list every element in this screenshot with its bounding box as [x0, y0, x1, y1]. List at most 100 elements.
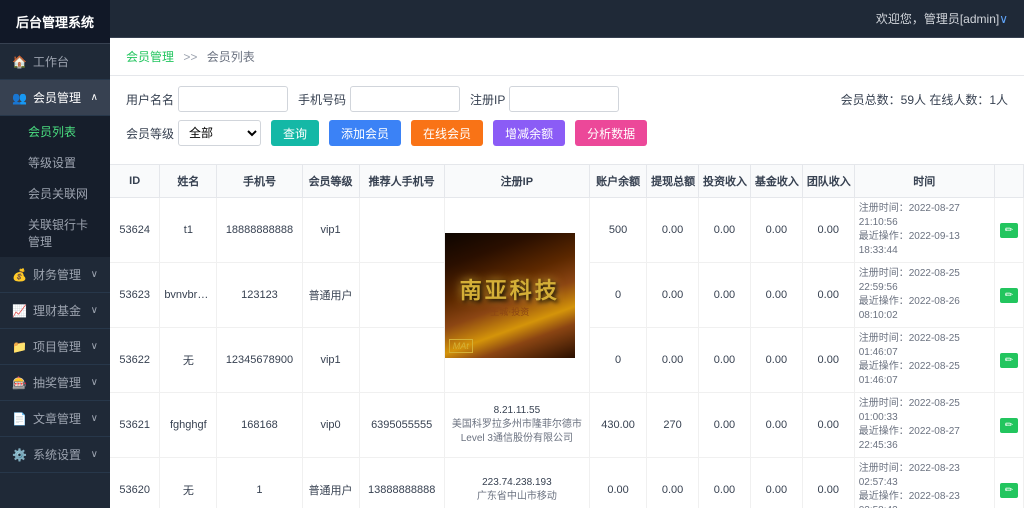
filters: 用户名名 手机号码 注册IP 会员总数：59人 在线人数：1人 会员等级: [110, 76, 1024, 165]
sidebar-item-member[interactable]: 👥 会员管理 ∧: [0, 80, 110, 116]
cell-action: ✏: [994, 198, 1023, 263]
phone-input[interactable]: [350, 86, 460, 112]
filter-ip: 注册IP: [470, 86, 619, 112]
sidebar-sub-member-network[interactable]: 会员关联网: [0, 178, 110, 209]
sidebar-item-fund[interactable]: 📈 理财基金 ∨: [0, 293, 110, 329]
project-arrow: ∨: [91, 341, 98, 352]
cell-name: 无: [160, 458, 217, 508]
cell-fund: 0.00: [750, 458, 802, 508]
th-id: ID: [110, 165, 160, 198]
cell-invest: 0.00: [699, 458, 751, 508]
analysis-button[interactable]: 分析数据: [575, 120, 647, 146]
sidebar-item-lottery[interactable]: 🎰 抽奖管理 ∨: [0, 365, 110, 401]
cell-phone: 18888888888: [217, 198, 302, 263]
action-button[interactable]: ✏: [1000, 353, 1018, 368]
table-header-row: ID 姓名 手机号 会员等级 推荐人手机号 注册IP 账户余额 提现总额 投资收…: [110, 165, 1024, 198]
username-dropdown[interactable]: ∨: [999, 12, 1008, 26]
cell-phone: 168168: [217, 393, 302, 458]
cell-fund: 0.00: [750, 198, 802, 263]
cell-level: 普通用户: [302, 458, 359, 508]
game-banner-cell: 南亚科技 王城·投资 MAt: [444, 198, 589, 393]
member-table: ID 姓名 手机号 会员等级 推荐人手机号 注册IP 账户余额 提现总额 投资收…: [110, 165, 1024, 508]
project-icon: 📁: [12, 340, 27, 354]
cell-time: 注册时间：2022-08-25 01:46:07最近操作：2022-08-25 …: [854, 328, 994, 393]
cell-name: bvnvbrnvbff: [160, 263, 217, 328]
cell-ip: 223.74.238.193广东省中山市移动: [444, 458, 589, 508]
cell-id: 53624: [110, 198, 160, 263]
cell-time: 注册时间：2022-08-23 02:57:43最近操作：2022-08-23 …: [854, 458, 994, 508]
th-phone: 手机号: [217, 165, 302, 198]
action-button[interactable]: ✏: [1000, 418, 1018, 433]
workbench-icon: 🏠: [12, 55, 27, 69]
add-member-button[interactable]: 添加会员: [329, 120, 401, 146]
breadcrumb-root[interactable]: 会员管理: [126, 50, 174, 64]
query-button[interactable]: 查询: [271, 120, 319, 146]
cell-phone: 1: [217, 458, 302, 508]
cell-name: fghghgf: [160, 393, 217, 458]
sidebar: 后台管理系统 🏠 工作台 👥 会员管理 ∧ 会员列表 等级设置 会员关联网 关联…: [0, 0, 110, 508]
member-arrow: ∧: [91, 92, 98, 103]
lottery-icon: 🎰: [12, 376, 27, 390]
th-time: 时间: [854, 165, 994, 198]
action-button[interactable]: ✏: [1000, 483, 1018, 498]
cell-withdraw: 0.00: [647, 328, 699, 393]
system-arrow: ∨: [91, 449, 98, 460]
sidebar-sub-member-list[interactable]: 会员列表: [0, 116, 110, 147]
sidebar-sub-bank-card[interactable]: 关联银行卡管理: [0, 209, 110, 257]
game-subtitle: 王城·投资: [460, 305, 560, 318]
level-label: 会员等级: [126, 125, 174, 142]
cell-ref-phone: [359, 328, 444, 393]
action-button[interactable]: ✏: [1000, 223, 1018, 238]
cell-ref-phone: 13888888888: [359, 458, 444, 508]
cell-team: 0.00: [802, 458, 854, 508]
cell-id: 53621: [110, 393, 160, 458]
sidebar-item-system[interactable]: ⚙️ 系统设置 ∨: [0, 437, 110, 473]
breadcrumb-sep: >>: [183, 50, 197, 64]
breadcrumb: 会员管理 >> 会员列表: [110, 38, 1024, 76]
filter-username: 用户名名: [126, 86, 288, 112]
cell-action: ✏: [994, 393, 1023, 458]
cell-withdraw: 270: [647, 393, 699, 458]
member-icon: 👥: [12, 91, 27, 105]
cell-balance: 430.00: [590, 393, 647, 458]
online-member-button[interactable]: 在线会员: [411, 120, 483, 146]
cell-name: t1: [160, 198, 217, 263]
finance-arrow: ∨: [91, 269, 98, 280]
cell-fund: 0.00: [750, 263, 802, 328]
th-ref: 推荐人手机号: [359, 165, 444, 198]
sidebar-item-workbench[interactable]: 🏠 工作台: [0, 44, 110, 80]
cell-balance: 0.00: [590, 458, 647, 508]
article-arrow: ∨: [91, 413, 98, 424]
table-row: 53624t118888888888vip1 南亚科技 王城·投资 MAt 50…: [110, 198, 1024, 263]
breadcrumb-current: 会员列表: [207, 50, 255, 64]
level-select[interactable]: 全部 vip0 vip1 vip9 普通用户: [178, 120, 261, 146]
action-button[interactable]: ✏: [1000, 288, 1018, 303]
username-input[interactable]: [178, 86, 288, 112]
table-row: 53621fghghgf168168vip063950555558.21.11.…: [110, 393, 1024, 458]
cell-ip: 8.21.11.55美国科罗拉多州市隆菲尔德市Level 3通信股份有限公司: [444, 393, 589, 458]
sidebar-item-project[interactable]: 📁 项目管理 ∨: [0, 329, 110, 365]
cell-team: 0.00: [802, 198, 854, 263]
cell-level: 普通用户: [302, 263, 359, 328]
cell-invest: 0.00: [699, 393, 751, 458]
batch-balance-button[interactable]: 增减余额: [493, 120, 565, 146]
sidebar-item-article[interactable]: 📄 文章管理 ∨: [0, 401, 110, 437]
filter-phone: 手机号码: [298, 86, 460, 112]
cell-action: ✏: [994, 458, 1023, 508]
cell-level: vip0: [302, 393, 359, 458]
sidebar-item-finance[interactable]: 💰 财务管理 ∨: [0, 257, 110, 293]
th-level: 会员等级: [302, 165, 359, 198]
cell-withdraw: 0.00: [647, 198, 699, 263]
ip-label: 注册IP: [470, 91, 505, 108]
sidebar-logo: 后台管理系统: [0, 0, 110, 44]
cell-fund: 0.00: [750, 328, 802, 393]
article-icon: 📄: [12, 412, 27, 426]
cell-team: 0.00: [802, 263, 854, 328]
cell-time: 注册时间：2022-08-25 22:59:56最近操作：2022-08-26 …: [854, 263, 994, 328]
header: 欢迎您，管理员[admin] ∨: [110, 0, 1024, 38]
sidebar-sub-level-setting[interactable]: 等级设置: [0, 147, 110, 178]
main-area: 欢迎您，管理员[admin] ∨ 会员管理 >> 会员列表 用户名名 手机号码: [110, 0, 1024, 508]
cell-id: 53620: [110, 458, 160, 508]
lottery-arrow: ∨: [91, 377, 98, 388]
ip-input[interactable]: [509, 86, 619, 112]
